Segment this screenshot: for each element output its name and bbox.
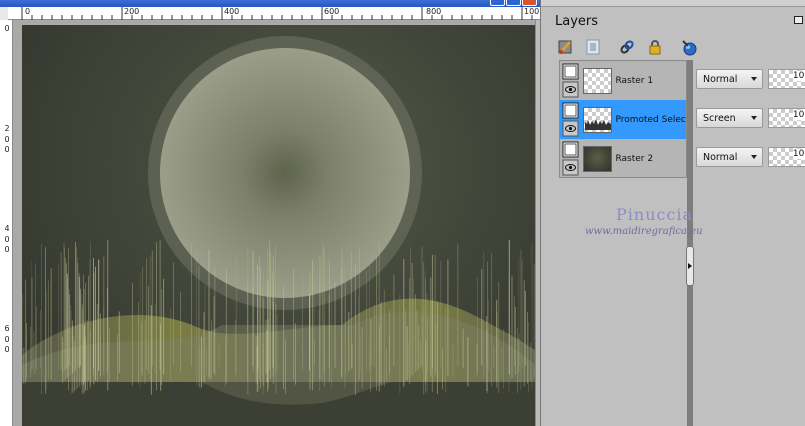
vruler-label-600a: 6 — [4, 324, 10, 333]
moon — [160, 48, 410, 298]
vertical-ruler: 0 2 0 0 4 0 0 6 0 0 — [0, 20, 13, 426]
panel-top-edge — [541, 0, 805, 7]
watermark-name: Pinuccia — [616, 205, 694, 224]
layer-row-promoted-selection[interactable]: Promoted Selection — [560, 100, 686, 139]
blend-mode-value: Screen — [703, 112, 736, 124]
opacity-value: 100 — [792, 110, 805, 120]
layer-name: Raster 2 — [615, 153, 654, 164]
layer-row-raster-2[interactable]: Raster 2 — [560, 139, 686, 178]
chevron-down-icon — [750, 116, 757, 120]
vruler-label-200a: 2 — [4, 124, 10, 133]
vruler-label-400a: 4 — [4, 224, 10, 233]
vruler-label-600b: 0 — [4, 335, 10, 344]
layer-type-and-visibility-icon[interactable] — [562, 101, 582, 138]
new-mask-button[interactable] — [583, 37, 603, 57]
layer-name: Promoted Selection — [615, 114, 686, 125]
layer-thumbnail — [583, 106, 613, 133]
layers-toolbar — [555, 35, 699, 59]
layer-icons — [562, 101, 582, 138]
vruler-label-600c: 0 — [4, 345, 10, 354]
window-buttons — [490, 0, 537, 6]
opacity-field[interactable]: 100 — [767, 108, 805, 128]
horizontal-ruler-ticks — [21, 7, 533, 20]
blend-mode-dropdown[interactable]: Normal — [696, 147, 763, 167]
blend-mode-dropdown[interactable]: Screen — [696, 108, 763, 128]
link-button[interactable] — [617, 37, 637, 57]
document-window: 0 200 400 600 800 100 0 2 0 0 4 0 0 6 0 … — [0, 0, 540, 426]
image-canvas[interactable] — [22, 25, 535, 426]
layer-type-and-visibility-icon[interactable] — [562, 140, 582, 177]
layer-list: Raster 1 Promoted Selection Raster 2 — [559, 60, 687, 178]
panel-divider[interactable] — [687, 60, 693, 426]
thumbnail-grass — [585, 118, 611, 130]
layer-type-and-visibility-icon[interactable] — [562, 62, 582, 99]
canvas-artwork — [22, 36, 535, 426]
vruler-label-0: 0 — [4, 24, 10, 33]
blend-mode-value: Normal — [703, 151, 738, 163]
lock-button[interactable] — [645, 37, 665, 57]
document-title-bar[interactable] — [0, 0, 540, 7]
layer-thumbnail — [583, 67, 613, 94]
layer-style-button[interactable] — [679, 37, 699, 57]
layer-properties-row-2: Screen 100 — [696, 107, 805, 129]
max-window-button[interactable] — [506, 0, 521, 6]
layer-icons — [562, 62, 582, 99]
panel-title: Layers — [555, 14, 599, 29]
splitter-handle[interactable] — [686, 246, 694, 286]
link-icon — [620, 40, 634, 54]
opacity-field[interactable]: 100 — [767, 147, 805, 167]
vruler-label-400c: 0 — [4, 245, 10, 254]
watermark-url: www.maidiregrafica.eu — [585, 226, 703, 237]
chevron-down-icon — [750, 155, 757, 159]
new-mask-icon — [586, 39, 600, 55]
layer-style-icon — [682, 40, 697, 56]
layer-row-raster-1[interactable]: Raster 1 — [560, 61, 686, 100]
vruler-label-400b: 0 — [4, 235, 10, 244]
lock-icon — [649, 40, 661, 55]
layer-icons — [562, 140, 582, 177]
blend-mode-dropdown[interactable]: Normal — [696, 69, 763, 89]
undock-icon[interactable] — [794, 16, 803, 24]
layer-name: Raster 1 — [615, 75, 654, 86]
blend-mode-value: Normal — [703, 73, 738, 85]
opacity-value: 100 — [792, 71, 805, 81]
layer-properties-row-3: Normal 100 — [696, 146, 805, 168]
layer-properties-row-1: Normal 100 — [696, 68, 805, 90]
min-window-button[interactable] — [490, 0, 505, 6]
opacity-value: 100 — [792, 149, 805, 159]
new-layer-button[interactable] — [555, 37, 575, 57]
new-layer-icon — [558, 40, 572, 54]
layers-panel: Layers Raster 1 Promoted Selec Raster 2 … — [540, 0, 805, 426]
horizontal-ruler: 0 200 400 600 800 100 — [8, 7, 540, 20]
vruler-label-200c: 0 — [4, 145, 10, 154]
vruler-label-200b: 0 — [4, 135, 10, 144]
close-window-button[interactable] — [522, 0, 537, 6]
chevron-right-icon — [688, 263, 692, 269]
chevron-down-icon — [750, 77, 757, 81]
opacity-field[interactable]: 100 — [767, 69, 805, 89]
layer-thumbnail — [583, 145, 613, 172]
